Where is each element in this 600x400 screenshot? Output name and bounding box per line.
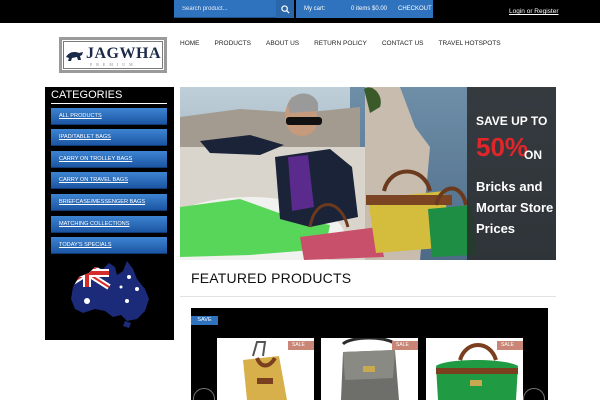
nav-travel-hotspots[interactable]: TRAVEL HOTSPOTS — [438, 40, 500, 50]
search-button[interactable] — [276, 0, 294, 18]
product-card[interactable]: SALE — [426, 338, 523, 400]
sale-badge: SALE — [392, 341, 418, 350]
promo-line-prices: Prices — [476, 221, 516, 236]
nav-return-policy[interactable]: RETURN POLICY — [314, 40, 367, 50]
nav-home[interactable]: HOME — [180, 40, 200, 50]
jaguar-logo-icon — [66, 52, 83, 61]
categories-title: CATEGORIES — [51, 89, 123, 101]
product-card[interactable]: SALE — [321, 338, 418, 400]
cart-bar: My cart: 0 items $0.00 CHECKOUT — [296, 0, 433, 18]
promo-line-mortar: Mortar Store — [476, 200, 554, 215]
save-badge: SAVE — [191, 316, 218, 325]
logo-subtitle: PREMIUM — [90, 62, 137, 67]
login-register-link[interactable]: Login or Register — [509, 8, 559, 15]
nav-about-us[interactable]: ABOUT US — [266, 40, 299, 50]
carousel-next-icon[interactable] — [523, 388, 545, 400]
featured-divider — [180, 296, 556, 297]
category-briefcase-messenger-bags[interactable]: BRIEFCASE/MESSENGER BAGS — [51, 194, 167, 211]
nav-products[interactable]: PRODUCTS — [215, 40, 251, 50]
page: My cart: 0 items $0.00 CHECKOUT Login or… — [0, 0, 600, 400]
site-logo[interactable]: JAGWHA PREMIUM — [59, 37, 167, 73]
category-ipad-tablet-bags[interactable]: IPAD/TABLET BAGS — [51, 129, 167, 146]
cart-summary[interactable]: 0 items $0.00 — [351, 6, 387, 12]
product-card[interactable]: SALE — [217, 338, 314, 400]
category-todays-specials[interactable]: TODAY'S SPECIALS — [51, 237, 167, 254]
promo-on-text: ON — [524, 148, 542, 162]
category-all-products[interactable]: ALL PRODUCTS — [51, 108, 167, 125]
sale-badge: SALE — [288, 341, 314, 350]
carousel-prev-icon[interactable] — [193, 388, 215, 400]
cart-label: My cart: — [304, 6, 326, 12]
search-input[interactable] — [174, 0, 274, 18]
sale-badge: SALE — [497, 341, 523, 350]
promo-save-text: SAVE UP TO — [476, 114, 548, 128]
top-bar: My cart: 0 items $0.00 CHECKOUT Login or… — [0, 0, 600, 23]
featured-carousel: SAVE SALE SALE SALE — [191, 308, 548, 400]
categories-divider — [51, 103, 167, 104]
promo-percent: 50% — [476, 132, 529, 162]
categories-sidebar: CATEGORIES ALL PRODUCTS IPAD/TABLET BAGS… — [45, 87, 174, 340]
logo-text: JAGWHA — [86, 45, 161, 62]
category-carry-on-travel-bags[interactable]: CARRY ON TRAVEL BAGS — [51, 172, 167, 189]
promo-line-bricks: Bricks and — [476, 179, 543, 194]
category-matching-collections[interactable]: MATCHING COLLECTIONS — [51, 216, 167, 233]
australia-flag-map-icon — [71, 261, 149, 328]
promo-panel: SAVE UP TO 50% ON Bricks and Mortar Stor… — [467, 87, 556, 260]
featured-products-title: FEATURED PRODUCTS — [191, 270, 352, 286]
nav-contact-us[interactable]: CONTACT US — [382, 40, 424, 50]
search-icon — [280, 4, 290, 14]
checkout-link[interactable]: CHECKOUT — [398, 6, 432, 12]
search-box — [174, 0, 294, 18]
main-nav: HOME PRODUCTS ABOUT US RETURN POLICY CON… — [180, 40, 516, 50]
promo-banner[interactable]: SAVE UP TO 50% ON Bricks and Mortar Stor… — [180, 87, 556, 260]
category-carry-on-trolley-bags[interactable]: CARRY ON TROLLEY BAGS — [51, 151, 167, 168]
